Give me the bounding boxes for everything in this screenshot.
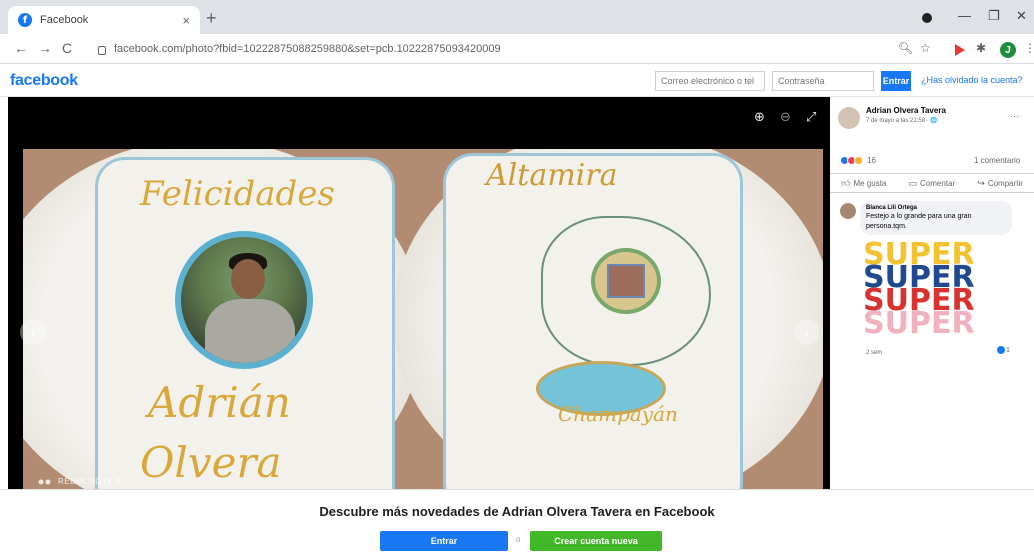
- browser-toolbar: ← → C facebook.com/photo?fbid=1022287508…: [0, 34, 1034, 64]
- create-account-button[interactable]: Crear cuenta nueva: [530, 531, 662, 551]
- cake-text-champayan: Champayán: [558, 402, 678, 426]
- facebook-favicon-icon: f: [18, 13, 32, 27]
- city-seal: [591, 248, 661, 314]
- cake-text-name: Adrián: [148, 378, 291, 427]
- cake-photo: Felicidades Adrián Olvera Altamira Champ…: [23, 149, 823, 489]
- back-icon[interactable]: ←: [14, 40, 28, 56]
- share-button[interactable]: ↪ Compartir: [977, 178, 1023, 189]
- photo-viewer: Felicidades Adrián Olvera Altamira Champ…: [8, 97, 830, 489]
- zoom-in-icon[interactable]: ⊕: [754, 109, 765, 125]
- post-actions: 👍︎ Me gusta ▭ Comentar ↪ Compartir: [830, 173, 1034, 193]
- previous-photo-button[interactable]: ‹: [20, 319, 46, 345]
- search-icon[interactable]: 🔍︎: [898, 41, 913, 55]
- extension-icon[interactable]: [955, 44, 965, 56]
- share-icon: ↪: [977, 177, 985, 188]
- browser-tab[interactable]: f Facebook ×: [8, 6, 200, 34]
- author-avatar[interactable]: [838, 107, 860, 129]
- care-reaction-icon: [854, 156, 863, 165]
- extensions-puzzle-icon[interactable]: ✱: [976, 41, 986, 55]
- reaction-summary[interactable]: 16: [840, 156, 876, 165]
- minimize-icon[interactable]: —: [958, 8, 971, 23]
- new-tab-button[interactable]: +: [206, 9, 217, 27]
- thumbs-up-icon: 👍︎: [841, 177, 851, 188]
- right-cake: Altamira Champayán: [443, 153, 743, 489]
- zoom-out-icon[interactable]: ⊖: [780, 109, 791, 125]
- comment-bubble: Blanca Lili Ortega Festejo a lo grande p…: [860, 201, 1012, 235]
- tab-title: Facebook: [40, 14, 89, 26]
- cake-text-altamira: Altamira: [486, 158, 618, 193]
- comment-button[interactable]: ▭ Comentar: [909, 178, 956, 189]
- forward-icon[interactable]: →: [38, 40, 52, 56]
- camera-watermark: REDMI NOTE 8: [58, 477, 121, 486]
- comment-text: Festejo a lo grande para una gran person…: [866, 213, 972, 230]
- comment-icon: ▭: [908, 177, 918, 188]
- email-field[interactable]: [655, 71, 765, 91]
- forgot-account-link[interactable]: ¿Has olvidado la cuenta?: [921, 75, 1023, 85]
- commenter-avatar[interactable]: [840, 203, 856, 219]
- portrait-photo: [175, 231, 313, 369]
- media-record-icon[interactable]: [922, 13, 932, 23]
- bottom-login-button[interactable]: Entrar: [380, 531, 508, 551]
- comment-count[interactable]: 1 comentario: [974, 156, 1020, 165]
- browser-menu-icon[interactable]: ⋮: [1024, 41, 1034, 55]
- discover-text: Descubre más novedades de Adrian Olvera …: [319, 504, 715, 519]
- cake-text-felicidades: Felicidades: [140, 174, 335, 214]
- password-field[interactable]: [772, 71, 874, 91]
- next-photo-button[interactable]: ›: [794, 319, 820, 345]
- post-panel: Adrian Olvera Tavera 7 de mayo a las 21:…: [830, 97, 1034, 489]
- reaction-count: 16: [867, 156, 876, 165]
- or-separator: o: [516, 535, 521, 544]
- comment-time[interactable]: 2 sem: [866, 350, 882, 356]
- browser-tab-bar: f Facebook × + — ❐ ✕: [0, 0, 1034, 34]
- cake-text-surname: Olvera: [140, 438, 282, 487]
- facebook-logo[interactable]: facebook: [10, 72, 78, 90]
- fullscreen-icon[interactable]: ⤢: [806, 109, 816, 125]
- post-date[interactable]: 7 de mayo a las 21:58 · 🌐: [866, 117, 938, 124]
- watermark-logo-icon: [38, 479, 51, 485]
- like-reaction-icon: [997, 346, 1005, 354]
- url-text: facebook.com/photo?fbid=1022287508825988…: [114, 43, 501, 55]
- lock-icon: [98, 45, 106, 55]
- login-button[interactable]: Entrar: [881, 71, 911, 91]
- signup-banner: Descubre más novedades de Adrian Olvera …: [0, 489, 1034, 558]
- commenter-name[interactable]: Blanca Lili Ortega: [866, 205, 1006, 211]
- address-bar[interactable]: facebook.com/photo?fbid=1022287508825988…: [92, 38, 882, 60]
- more-options-icon[interactable]: ···: [1010, 111, 1019, 121]
- comment-reactions[interactable]: 1: [997, 346, 1010, 354]
- window-close-icon[interactable]: ✕: [1016, 8, 1027, 24]
- super-sticker: SUPER SUPER SUPER SUPER: [863, 237, 975, 341]
- tab-close-icon[interactable]: ×: [182, 13, 190, 28]
- author-name[interactable]: Adrian Olvera Tavera: [866, 106, 946, 115]
- facebook-header: facebook Entrar ¿Has olvidado la cuenta?: [0, 65, 1034, 97]
- reload-icon[interactable]: C: [62, 40, 72, 56]
- like-button[interactable]: 👍︎ Me gusta: [841, 178, 886, 189]
- bookmark-star-icon[interactable]: ☆: [920, 41, 931, 55]
- maximize-icon[interactable]: ❐: [988, 8, 1000, 24]
- profile-avatar[interactable]: J: [1000, 42, 1016, 58]
